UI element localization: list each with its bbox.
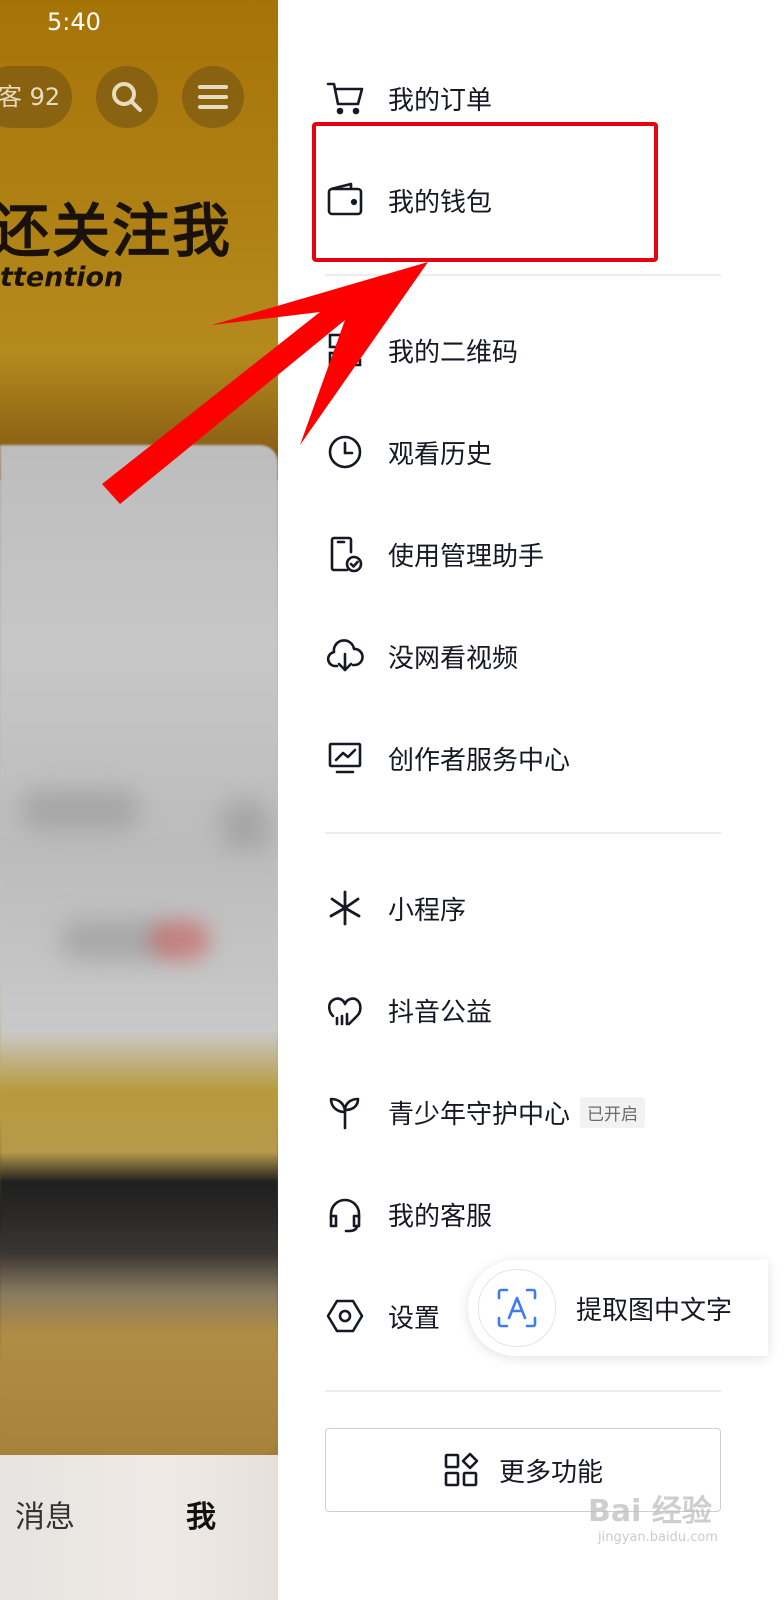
menu-item-mini-programs[interactable]: 小程序 [324, 878, 466, 938]
hexagon-settings-icon [324, 1295, 366, 1337]
menu-item-offline-video[interactable]: 没网看视频 [324, 626, 518, 686]
extract-text-float-button[interactable]: 提取图中文字 [468, 1260, 768, 1356]
menu-item-label: 观看历史 [388, 439, 493, 470]
clock-icon [324, 431, 366, 473]
menu-item-label: 我的二维码 [388, 337, 519, 368]
heart-chart-icon [324, 989, 366, 1031]
tab-me[interactable]: 我 [186, 1492, 216, 1536]
search-icon [112, 82, 142, 112]
menu-item-label: 使用管理助手 [388, 541, 545, 572]
blurred-content [150, 920, 210, 960]
cart-icon [324, 77, 366, 119]
banner-text: 还关注我 [0, 197, 233, 265]
text-scan-icon [478, 1269, 556, 1347]
qr-code-icon [324, 329, 366, 371]
tab-messages[interactable]: 消息 [15, 1492, 75, 1536]
menu-item-label: 创作者服务中心 [388, 745, 571, 776]
menu-item-customer-service[interactable]: 我的客服 [324, 1184, 492, 1244]
menu-item-history[interactable]: 观看历史 [324, 422, 492, 482]
menu-item-label: 抖音公益 [388, 997, 493, 1028]
cloud-download-icon [324, 635, 366, 677]
menu-item-youth-protection[interactable]: 青少年守护中心 已开启 [324, 1082, 646, 1142]
status-time: 5:40 [47, 8, 101, 36]
monitor-chart-icon [324, 737, 366, 779]
menu-item-label: 我的订单 [388, 85, 493, 116]
menu-item-creator-center[interactable]: 创作者服务中心 [324, 728, 570, 788]
menu-item-settings[interactable]: 设置 [324, 1286, 440, 1346]
menu-item-label: 青少年守护中心 [388, 1099, 571, 1130]
menu-item-orders[interactable]: 我的订单 [324, 68, 492, 128]
menu-item-label: 小程序 [388, 895, 467, 926]
asterisk-icon [324, 887, 366, 929]
sprout-icon [324, 1091, 366, 1133]
menu-item-label: 设置 [388, 1303, 441, 1334]
headset-icon [324, 1193, 366, 1235]
status-badge: 已开启 [580, 1096, 646, 1128]
divider [325, 1390, 721, 1392]
divider [325, 832, 721, 834]
profile-background: 5:40 客 92 还关注我 ttention 消息 我 [0, 0, 278, 1600]
banner-subtext: ttention [0, 262, 124, 293]
blurred-content [20, 790, 140, 830]
menu-button[interactable] [182, 66, 244, 128]
more-features-label: 更多功能 [498, 1457, 603, 1488]
grid-apps-icon [444, 1452, 479, 1487]
wallet-highlight-box [312, 122, 658, 262]
hamburger-icon [198, 85, 228, 109]
baidu-watermark: Bai 经验 [588, 1494, 712, 1529]
baidu-watermark-url: jingyan.baidu.com [598, 1530, 718, 1545]
menu-item-charity[interactable]: 抖音公益 [324, 980, 492, 1040]
extract-text-label: 提取图中文字 [576, 1295, 733, 1326]
menu-item-qr-code[interactable]: 我的二维码 [324, 320, 518, 380]
search-button[interactable] [96, 66, 158, 128]
menu-item-usage-assistant[interactable]: 使用管理助手 [324, 524, 544, 584]
phone-check-icon [324, 533, 366, 575]
menu-item-label: 我的客服 [388, 1201, 493, 1232]
menu-item-label: 没网看视频 [388, 643, 519, 674]
visitor-count-pill[interactable]: 客 92 [0, 66, 72, 128]
divider [325, 274, 721, 276]
blurred-content [220, 800, 270, 850]
